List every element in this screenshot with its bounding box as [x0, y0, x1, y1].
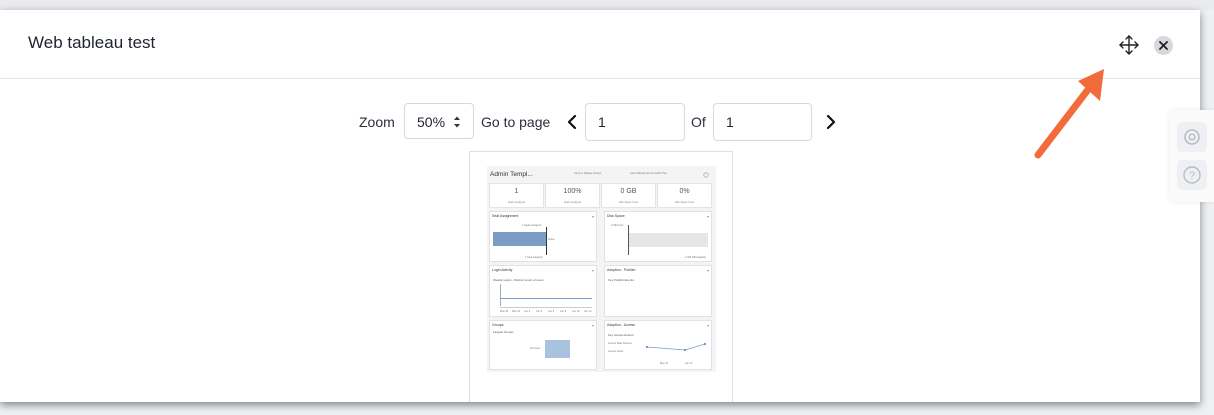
help-icon: ? [1183, 166, 1201, 184]
dashboard-preview[interactable]: Admin Templ... Jump to Tableau Groups Le… [469, 151, 733, 402]
sort-carets-icon [454, 116, 460, 128]
chevron-right-icon [826, 114, 836, 130]
chevron-left-icon [567, 114, 577, 130]
zoom-value: 50% [417, 114, 446, 130]
panel-title: Disk Space [607, 214, 625, 218]
close-button[interactable] [1154, 36, 1173, 55]
page-number-input[interactable] [585, 103, 685, 141]
gear-icon [1184, 129, 1200, 145]
x-tick-label: Jun 10 [572, 310, 580, 313]
group-bar [545, 340, 570, 358]
login-series-line [500, 298, 592, 299]
panel-login-activity: Login Activity Weekly logins - Distinct … [489, 265, 597, 317]
chart-label: 1 Seats Assigned [522, 224, 542, 227]
kpi-value: 1 [514, 188, 519, 195]
filter-icon: ▾ [591, 323, 594, 328]
panel-title: Adoption - Publish [607, 268, 636, 272]
svg-text:?: ? [1189, 170, 1195, 182]
panel-subtitle: Largest Groups [493, 330, 514, 334]
disk-capacity-bar [628, 233, 708, 247]
x-tick-label: May 29 [500, 310, 509, 313]
x-tick-label: Jun 4 [536, 310, 543, 313]
panel-adoption-access: Adoption - Access Key Access Events Acce… [604, 320, 712, 370]
kpi-card: 0 GB Disk Space Used [601, 183, 656, 208]
disk-used-line [628, 225, 629, 255]
panel-disk-space: Disk Space 0 GB Used 1,000 GB Capacity ▾ [604, 211, 712, 262]
header-note: Learn Tableau Server Admin Tips [630, 172, 667, 175]
kpi-label: Seats Assigned [563, 201, 582, 204]
move-icon[interactable] [1117, 33, 1141, 57]
chart-label: 1 Seat Capacity [525, 256, 543, 259]
background-strip [0, 0, 1214, 10]
of-label: Of [691, 114, 706, 130]
modal-header: Web tableau test [0, 10, 1200, 79]
filter-icon: ▾ [591, 268, 594, 273]
panel-title: Groups [492, 323, 504, 327]
seat-bar [493, 232, 546, 246]
previous-page-button[interactable] [566, 114, 580, 130]
panel-subtitle: Key Access Events [608, 333, 634, 337]
panel-title: Login Activity [492, 268, 513, 272]
settings-icon [703, 172, 709, 178]
panel-subtitle: Key Publish Events [608, 278, 634, 282]
dashboard-thumbnail: Admin Templ... Jump to Tableau Groups Le… [487, 166, 716, 372]
help-button[interactable]: ? [1177, 160, 1207, 190]
zoom-label: Zoom [359, 114, 395, 130]
panel-title: Adoption - Access [607, 323, 636, 327]
kpi-label: Disk Space Used [674, 201, 695, 204]
x-tick-label: Jun 6 [548, 310, 555, 313]
go-to-page-label: Go to page [481, 114, 551, 130]
kpi-card: 100% Seats Assigned [545, 183, 600, 208]
kpi-card: 1 Seats Assigned [489, 183, 544, 208]
panel-subtitle: Weekly logins - Distinct count of users [493, 278, 544, 282]
x-axis-line [500, 307, 592, 308]
capacity-line [546, 227, 547, 255]
x-tick-label: Jun 12 [584, 310, 592, 313]
x-tick-label: Jun 8 [560, 310, 567, 313]
kpi-card: 0% Disk Space Used [657, 183, 712, 208]
kpi-value: 100% [563, 188, 582, 195]
side-help-widget: ? [1169, 110, 1214, 202]
chart-label: All Users [530, 347, 541, 350]
zoom-select[interactable]: 50% [404, 103, 474, 139]
x-tick-label: Jun 12 [685, 362, 693, 365]
total-pages-field [713, 103, 812, 141]
kpi-value: 0% [679, 188, 690, 195]
y-axis-line [500, 284, 501, 306]
x-tick-label: Jun 2 [524, 310, 531, 313]
x-tick-label: May 31 [660, 362, 669, 365]
chart-label: 1,000 GB Capacity [685, 256, 706, 259]
filter-icon: ▾ [706, 323, 709, 328]
panel-seat-assignment: Seat Assignment 1 Seats Assigned Active … [489, 211, 597, 262]
x-tick-label: May 31 [512, 310, 521, 313]
filter-icon: ▾ [706, 214, 709, 219]
settings-button[interactable] [1177, 122, 1207, 152]
next-page-button[interactable] [823, 114, 837, 130]
dashboard-title: Admin Templ... [490, 171, 533, 178]
access-series-line [646, 343, 706, 351]
chart-label: Access Views [608, 350, 624, 353]
filter-icon: ▾ [591, 214, 594, 219]
chart-label: 0 GB Used [611, 224, 624, 227]
kpi-value: 0 GB [620, 188, 637, 195]
kpi-label: Disk Space Used [618, 201, 639, 204]
chart-label: Active [548, 238, 555, 241]
kpi-label: Seats Assigned [507, 201, 526, 204]
chart-label: Access Data Sources [608, 342, 632, 345]
header-note: Jump to Tableau Groups [574, 172, 602, 175]
panel-title: Seat Assignment [492, 214, 519, 218]
filter-icon: ▾ [706, 268, 709, 273]
close-icon [1159, 41, 1168, 50]
panel-adoption-publish: Adoption - Publish Key Publish Events ▾ [604, 265, 712, 317]
modal-title: Web tableau test [28, 33, 156, 52]
modal-dialog: Web tableau test Zoom 50% Go to page 1 O… [0, 10, 1200, 402]
panel-groups: Groups Largest Groups All Users ▾ [489, 320, 597, 370]
annotation-arrow-icon [1034, 69, 1104, 159]
